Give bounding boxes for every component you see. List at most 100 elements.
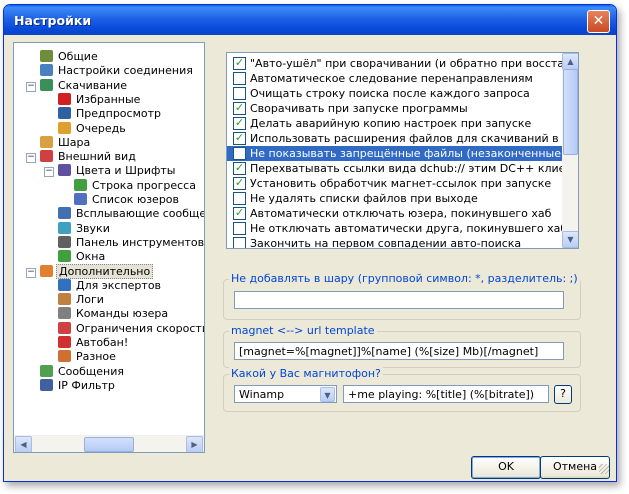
- option-row[interactable]: ✓ Перехватывать ссылки вида dchub:// этим…: [227, 161, 562, 176]
- option-row[interactable]: Закончить на первом совпадении авто-поис…: [227, 236, 562, 248]
- tree-item[interactable]: Для экспертов: [58, 278, 163, 293]
- tree-expander-icon[interactable]: −: [26, 267, 36, 278]
- option-checkbox[interactable]: [233, 147, 246, 160]
- player-help-button[interactable]: ?: [554, 385, 572, 404]
- option-row[interactable]: Не отключать автоматически друга, покину…: [227, 221, 562, 236]
- option-checkbox[interactable]: [233, 72, 246, 85]
- options-vertical-scrollbar[interactable]: ▲ ▼: [562, 53, 578, 248]
- tree-item-label: Настройки соединения: [58, 64, 193, 78]
- option-label: Установить обработчик магнет-ссылок при …: [250, 177, 552, 190]
- option-checkbox[interactable]: [233, 222, 246, 235]
- tree-item[interactable]: Очередь: [58, 121, 128, 136]
- option-row[interactable]: Не показывать запрещённые файлы (незакон…: [227, 146, 562, 161]
- option-checkbox[interactable]: ✓: [233, 101, 246, 115]
- option-checkbox[interactable]: [233, 237, 246, 248]
- share-exclude-group: Не добавлять в шару (групповой символ: *…: [223, 272, 581, 320]
- tree-item[interactable]: IP Фильтр: [40, 378, 117, 393]
- title-bar[interactable]: Настройки ✕: [4, 5, 616, 35]
- misc-icon: [58, 350, 71, 363]
- option-label: Не удалять списки файлов при выходе: [250, 192, 478, 205]
- option-row[interactable]: ✓ Делать аварийную копию настроек при зап…: [227, 116, 562, 131]
- tree-item[interactable]: Предпросмотр: [58, 107, 163, 121]
- network-icon: [40, 64, 53, 77]
- tree-item[interactable]: Дополнительно: [40, 263, 154, 279]
- scroll-down-icon[interactable]: ▼: [562, 231, 578, 248]
- ok-button[interactable]: OK: [471, 456, 541, 479]
- option-row[interactable]: ✓ Использовать расширения файлов для скач…: [227, 131, 562, 146]
- option-row[interactable]: ✓ Сворачивать при запуске программы: [227, 101, 562, 116]
- messages-icon: [40, 364, 53, 377]
- option-label: Очищать строку поиска после каждого запр…: [250, 87, 530, 100]
- player-select[interactable]: Winamp ▼: [234, 385, 337, 403]
- tree-item-label: Предпросмотр: [76, 107, 161, 121]
- tree-item[interactable]: Ограничения скорости: [58, 321, 204, 336]
- tree-item-label: Избранные: [76, 92, 141, 106]
- tree-item[interactable]: Команды юзера: [58, 307, 170, 321]
- option-row[interactable]: ✓ Автоматически отключать юзера, покинувш…: [227, 206, 562, 221]
- tree-expander-icon[interactable]: −: [26, 81, 36, 92]
- tree-item[interactable]: Строка прогресса: [74, 178, 198, 193]
- tree-item[interactable]: Внешний вид: [40, 150, 138, 164]
- option-row[interactable]: Очищать строку поиска после каждого запр…: [227, 86, 562, 101]
- tree-item[interactable]: Звуки: [58, 221, 112, 236]
- option-checkbox[interactable]: [233, 87, 246, 100]
- option-checkbox[interactable]: ✓: [233, 131, 246, 145]
- option-checkbox[interactable]: ✓: [233, 206, 246, 220]
- option-checkbox[interactable]: ✓: [233, 56, 246, 70]
- close-button[interactable]: ✕: [587, 10, 610, 33]
- option-row[interactable]: Автоматическое следование перенаправлени…: [227, 71, 562, 86]
- tree-item[interactable]: Логи: [58, 293, 106, 307]
- option-checkbox[interactable]: ✓: [233, 116, 246, 130]
- tree-horizontal-scrollbar[interactable]: ◀ ▶: [14, 435, 204, 452]
- tree-item-label: IP Фильтр: [58, 378, 115, 392]
- tree-item[interactable]: Шара: [40, 135, 92, 150]
- logs-icon: [58, 293, 71, 306]
- player-format-input[interactable]: +me playing: %[title] (%[bitrate]): [343, 385, 549, 403]
- tree-item[interactable]: Избранные: [58, 92, 142, 107]
- tree-item[interactable]: Настройки соединения: [40, 64, 195, 78]
- toolbar-icon: [58, 235, 71, 248]
- tree-item[interactable]: Окна: [58, 250, 107, 264]
- tree-item[interactable]: Всплывающие сообщения: [58, 207, 204, 221]
- sound-icon: [58, 221, 71, 234]
- tree-item[interactable]: Скачивание: [40, 78, 129, 93]
- tree-item-label: Скачивание: [58, 78, 128, 92]
- scroll-left-icon[interactable]: ◀: [15, 436, 32, 452]
- option-row[interactable]: ✓ "Авто-ушёл" при сворачивании (и обратно…: [227, 56, 562, 71]
- tree-item[interactable]: Автобан!: [58, 336, 130, 350]
- tree-item[interactable]: Разное: [58, 350, 118, 364]
- settings-tree[interactable]: Общие Настройки соединения − Скачивание Избр…: [13, 42, 205, 453]
- checkmark-icon: ✓: [234, 56, 245, 69]
- tree-item-label: Всплывающие сообщения: [76, 207, 204, 221]
- tree-item-label: Ограничения скорости: [76, 321, 204, 335]
- scrollbar-thumb[interactable]: [563, 69, 578, 155]
- share-exclude-input[interactable]: [234, 291, 564, 309]
- tree-item[interactable]: Список юзеров: [74, 193, 181, 207]
- tree-item[interactable]: Панель инструментов: [58, 235, 204, 250]
- option-label: Автоматическое следование перенаправлени…: [250, 72, 533, 85]
- settings-window: Настройки ✕ Общие Настройки соединения − Ск…: [3, 4, 617, 482]
- option-checkbox[interactable]: ✓: [233, 176, 246, 190]
- magnet-template-input[interactable]: [magnet=%[magnet]]%[name] (%[size] Mb)[/…: [234, 342, 564, 360]
- tree-item-label: Разное: [76, 350, 116, 364]
- download-icon: [40, 78, 53, 91]
- tree-item[interactable]: Цвета и Шрифты: [58, 164, 177, 178]
- tree-item[interactable]: Общие: [40, 50, 100, 64]
- scroll-up-icon[interactable]: ▲: [562, 53, 578, 70]
- option-row[interactable]: Не удалять списки файлов при выходе: [227, 191, 562, 206]
- preview-icon: [58, 107, 71, 120]
- options-list[interactable]: ✓ "Авто-ушёл" при сворачивании (и обратно…: [226, 52, 579, 249]
- tree-item[interactable]: Сообщения: [40, 364, 126, 379]
- scroll-right-icon[interactable]: ▶: [186, 436, 203, 452]
- tree-expander-icon[interactable]: −: [26, 153, 36, 164]
- option-checkbox[interactable]: [233, 192, 246, 205]
- userlist-icon: [74, 193, 87, 205]
- option-row[interactable]: ✓ Установить обработчик магнет-ссылок при…: [227, 176, 562, 191]
- tree-expander-icon[interactable]: −: [44, 167, 54, 178]
- option-checkbox[interactable]: ✓: [233, 161, 246, 175]
- option-label: Делать аварийную копию настроек при запу…: [250, 117, 532, 130]
- scrollbar-thumb[interactable]: [84, 437, 134, 452]
- resize-grip-icon[interactable]: [599, 464, 609, 474]
- checkmark-icon: ✓: [234, 116, 245, 129]
- chevron-down-icon[interactable]: ▼: [320, 387, 335, 402]
